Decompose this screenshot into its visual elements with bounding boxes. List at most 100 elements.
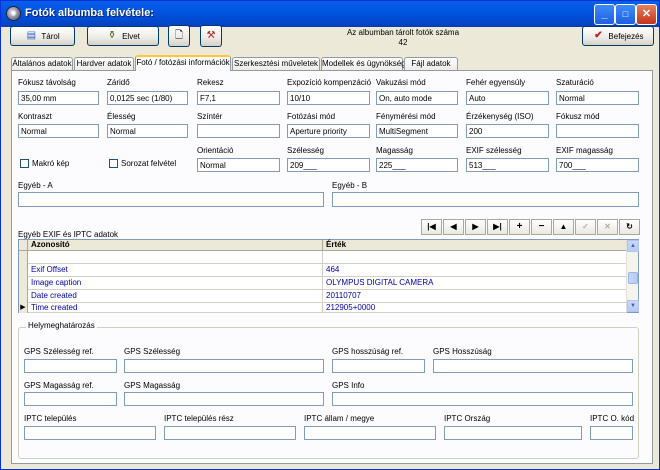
white-balance-field[interactable]: Auto	[466, 91, 549, 105]
width-field[interactable]: 209___	[287, 158, 370, 172]
gps-info-field[interactable]	[332, 392, 633, 406]
tab-file-data[interactable]: Fájl adatok	[404, 57, 458, 70]
height-field[interactable]: 225___	[376, 158, 458, 172]
macro-checkbox[interactable]	[20, 159, 29, 168]
focal-length-field[interactable]: 35,00 mm	[18, 91, 99, 105]
orientation-label: Orientáció	[197, 146, 234, 155]
iptc-country-field[interactable]	[444, 426, 582, 440]
iso-field[interactable]: 200	[466, 124, 549, 138]
last-record-button[interactable]: ▶|	[487, 219, 508, 235]
row-value[interactable]: 464	[323, 264, 627, 277]
exif-height-field[interactable]: 700___	[556, 158, 639, 172]
sharpness-field[interactable]: Normal	[107, 124, 188, 138]
gps-lat-ref-field[interactable]	[24, 359, 117, 373]
focal-length-label: Fókusz távolság	[18, 78, 76, 87]
exposure-comp-field[interactable]: 10/10	[287, 91, 370, 105]
gps-lon-field[interactable]	[433, 359, 633, 373]
color-space-field[interactable]	[197, 124, 280, 138]
tab-general[interactable]: Általános adatok	[11, 57, 73, 70]
iptc-country-label: IPTC Ország	[444, 414, 491, 423]
contrast-field[interactable]: Normal	[18, 124, 99, 138]
tab-models[interactable]: Modellek és ügynökség	[321, 57, 406, 70]
row-key[interactable]: Date created	[28, 290, 323, 303]
gps-lon-ref-label: GPS hosszúság ref.	[332, 347, 404, 356]
saturation-label: Szaturáció	[556, 78, 594, 87]
row-key[interactable]: Exif Offset	[28, 264, 323, 277]
edit-record-button[interactable]: ▲	[553, 219, 574, 235]
row-value[interactable]: OLYMPUS DIGITAL CAMERA	[323, 277, 627, 290]
iptc-country-code-field[interactable]	[590, 426, 633, 440]
album-count-value: 42	[398, 38, 408, 47]
gps-lat-field[interactable]	[124, 359, 324, 373]
close-button[interactable]: ✕	[636, 4, 657, 25]
other-b-label: Egyéb - B	[332, 181, 368, 190]
gps-alt-field[interactable]	[124, 392, 324, 406]
exif-iptc-grid[interactable]: Azonosító Érték Exif Offset 464 Image ca…	[18, 239, 639, 313]
maximize-button[interactable]: □	[615, 4, 636, 25]
iptc-sublocation-label: IPTC település rész	[164, 414, 234, 423]
row-indicator	[19, 251, 28, 264]
aperture-label: Rekesz	[197, 78, 224, 87]
aperture-field[interactable]: F7,1	[197, 91, 280, 105]
discard-button[interactable]: ⚱ Elvet	[87, 26, 159, 46]
shutter-field[interactable]: 0,0125 sec (1/80)	[107, 91, 188, 105]
col-value-header[interactable]: Érték	[323, 240, 627, 251]
table-row[interactable]: Image caption OLYMPUS DIGITAL CAMERA	[19, 277, 627, 290]
metering-mode-field[interactable]: MultiSegment	[376, 124, 458, 138]
tab-editing[interactable]: Szerkesztési műveletek	[232, 57, 320, 70]
row-value[interactable]	[323, 251, 627, 264]
row-key[interactable]	[28, 251, 323, 264]
saturation-field[interactable]: Normal	[556, 91, 639, 105]
gps-info-label: GPS Info	[332, 381, 365, 390]
new-document-button[interactable]: 🗋	[168, 25, 190, 47]
tab-hardware[interactable]: Hardver adatok	[74, 57, 134, 70]
row-value[interactable]: 20110707	[323, 290, 627, 303]
next-record-button[interactable]: ▶	[465, 219, 486, 235]
exif-height-label: EXIF magasság	[556, 146, 613, 155]
exif-width-field[interactable]: 513___	[466, 158, 549, 172]
table-row[interactable]: Date created 20110707	[19, 290, 627, 303]
grid-scrollbar[interactable]: ▲ ▼	[626, 240, 639, 312]
gps-lon-ref-field[interactable]	[332, 359, 425, 373]
first-record-button[interactable]: |◀	[421, 219, 442, 235]
shooting-mode-field[interactable]: Aperture priority	[287, 124, 370, 138]
location-group-title: Helymeghatározás	[26, 321, 97, 330]
col-key-header[interactable]: Azonosító	[28, 240, 323, 251]
series-checkbox[interactable]	[109, 159, 118, 168]
tools-button[interactable]: ⚒	[200, 25, 222, 47]
focus-mode-field[interactable]	[556, 124, 639, 138]
table-row[interactable]	[19, 251, 627, 264]
flash-mode-field[interactable]: On, auto mode	[376, 91, 458, 105]
row-key[interactable]: Image caption	[28, 277, 323, 290]
scroll-down-icon[interactable]: ▼	[627, 300, 639, 312]
tab-photo-info[interactable]: Fotó / fotózási információk	[135, 55, 231, 71]
gps-alt-ref-field[interactable]	[24, 392, 117, 406]
prev-record-button[interactable]: ◀	[443, 219, 464, 235]
title-bar[interactable]: ◉ Fotók albumba felvétele: _ □ ✕	[1, 1, 659, 27]
minimize-button[interactable]: _	[594, 4, 615, 25]
cancel-record-button[interactable]: ✕	[597, 219, 618, 235]
other-a-field[interactable]	[18, 192, 324, 207]
flash-mode-label: Vakuzási mód	[376, 78, 426, 87]
orientation-field[interactable]: Normal	[197, 158, 280, 172]
iptc-sublocation-field[interactable]	[164, 426, 296, 440]
finish-button[interactable]: ✔ Befejezés	[582, 26, 654, 46]
iptc-city-field[interactable]	[24, 426, 156, 440]
iptc-state-field[interactable]	[304, 426, 436, 440]
scroll-up-icon[interactable]: ▲	[627, 240, 639, 252]
refresh-button[interactable]: ↻	[619, 219, 640, 235]
row-value[interactable]: 212905+0000	[323, 303, 627, 313]
table-row[interactable]: Exif Offset 464	[19, 264, 627, 277]
sharpness-label: Élesség	[107, 112, 136, 121]
delete-record-button[interactable]: −	[531, 219, 552, 235]
discard-icon: ⚱	[107, 30, 117, 41]
table-row-current[interactable]: ▶ Time created 212905+0000	[19, 303, 627, 313]
row-indicator	[19, 290, 28, 303]
add-record-button[interactable]: +	[509, 219, 530, 235]
post-record-button[interactable]: ✓	[575, 219, 596, 235]
other-b-field[interactable]	[332, 192, 639, 207]
scroll-thumb[interactable]	[628, 272, 638, 284]
gps-alt-label: GPS Magasság	[124, 381, 181, 390]
save-button[interactable]: ▤ Tárol	[10, 26, 75, 46]
row-key[interactable]: Time created	[28, 303, 323, 313]
